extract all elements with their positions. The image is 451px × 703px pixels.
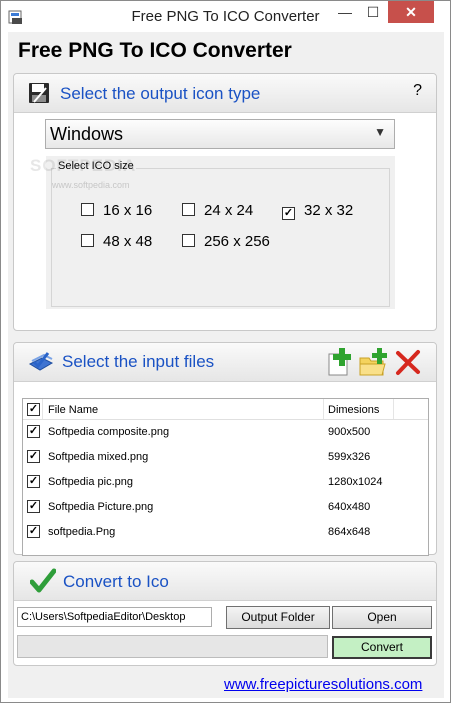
file-name: Softpedia pic.png xyxy=(48,476,134,488)
open-button[interactable]: Open xyxy=(332,606,432,629)
file-dimensions: 900x500 xyxy=(328,426,371,438)
column-separator xyxy=(393,399,394,419)
watermark: SOFTPEDIA xyxy=(30,156,137,175)
file-name: softpedia.Png xyxy=(48,526,116,538)
convert-button[interactable]: Convert xyxy=(332,636,432,659)
table-row[interactable]: ✓ Softpedia Picture.png 640x480 xyxy=(23,494,428,519)
output-type-header: Select the output icon type ? xyxy=(14,74,436,113)
website-link[interactable]: www.freepicturesolutions.com xyxy=(224,676,422,693)
table-row[interactable]: ✓ Softpedia composite.png 900x500 xyxy=(23,419,428,444)
row-checkbox[interactable]: ✓ xyxy=(27,425,40,438)
size-checkbox-256[interactable]: 256 x 256 xyxy=(182,233,270,250)
close-button[interactable]: ✕ xyxy=(388,1,434,23)
minimize-button[interactable]: — xyxy=(331,1,359,23)
convert-header: Convert to Ico xyxy=(14,562,436,601)
client-area: Free PNG To ICO Converter Select the out… xyxy=(8,32,444,698)
size-label: 256 x 256 xyxy=(204,233,270,250)
ico-size-group: Select ICO size 16 x 16 24 x 24 ✓ 32 x 32… xyxy=(46,156,395,309)
convert-title: Convert to Ico xyxy=(63,572,169,591)
conversion-progress-bar xyxy=(17,635,328,658)
app-window: Free PNG To ICO Converter — ☐ ✕ Free PNG… xyxy=(0,0,451,703)
row-checkbox[interactable]: ✓ xyxy=(27,475,40,488)
file-name: Softpedia composite.png xyxy=(48,426,170,438)
checkbox-box[interactable] xyxy=(182,234,195,247)
watermark-url: www.softpedia.com xyxy=(52,180,130,190)
chevron-down-icon: ▼ xyxy=(374,125,386,139)
output-folder-button[interactable]: Output Folder xyxy=(226,606,330,629)
file-name: Softpedia Picture.png xyxy=(48,501,154,513)
checkbox-box[interactable] xyxy=(81,234,94,247)
save-disk-icon xyxy=(29,83,49,103)
row-checkbox[interactable]: ✓ xyxy=(27,525,40,538)
size-checkbox-48[interactable]: 48 x 48 xyxy=(81,233,152,250)
size-label: 24 x 24 xyxy=(204,202,254,219)
remove-icon[interactable] xyxy=(394,348,422,376)
icon-type-value: Windows xyxy=(50,124,124,144)
select-all-checkbox[interactable]: ✓ xyxy=(27,403,40,416)
icon-type-select[interactable]: Windows ▼ xyxy=(45,119,395,149)
checkmark-icon xyxy=(30,568,56,593)
size-label: 16 x 16 xyxy=(103,202,153,219)
checkbox-box[interactable] xyxy=(81,203,94,216)
maximize-button[interactable]: ☐ xyxy=(359,1,387,23)
input-files-panel: Select the input files ✓ File Name Dimes… xyxy=(13,342,437,556)
file-list[interactable]: ✓ File Name Dimesions ✓ Softpedia compos… xyxy=(22,398,429,556)
output-path-field[interactable]: C:\Users\SoftpediaEditor\Desktop xyxy=(17,607,212,627)
column-dimensions[interactable]: Dimesions xyxy=(328,404,379,416)
table-row[interactable]: ✓ Softpedia mixed.png 599x326 xyxy=(23,444,428,469)
file-dimensions: 1280x1024 xyxy=(328,476,383,488)
app-heading: Free PNG To ICO Converter xyxy=(18,39,292,62)
file-list-header: ✓ File Name Dimesions xyxy=(23,399,428,420)
checkbox-box[interactable] xyxy=(182,203,195,216)
file-dimensions: 640x480 xyxy=(328,501,371,513)
column-file-name[interactable]: File Name xyxy=(48,404,98,416)
table-row[interactable]: ✓ Softpedia pic.png 1280x1024 xyxy=(23,469,428,494)
help-button[interactable]: ? xyxy=(413,82,422,100)
output-type-title: Select the output icon type xyxy=(60,84,261,103)
row-checkbox[interactable]: ✓ xyxy=(27,450,40,463)
input-files-title: Select the input files xyxy=(62,352,215,371)
files-check-icon xyxy=(28,352,54,371)
size-label: 48 x 48 xyxy=(103,233,153,250)
add-file-icon[interactable] xyxy=(325,348,353,376)
table-row[interactable]: ✓ softpedia.Png 864x648 xyxy=(23,519,428,544)
column-separator xyxy=(42,399,43,419)
checkbox-box[interactable]: ✓ xyxy=(282,207,295,220)
file-dimensions: 599x326 xyxy=(328,451,371,463)
add-folder-icon[interactable] xyxy=(359,348,387,376)
size-checkbox-24[interactable]: 24 x 24 xyxy=(182,202,253,219)
size-checkbox-32[interactable]: ✓ 32 x 32 xyxy=(282,202,353,220)
size-label: 32 x 32 xyxy=(304,202,354,219)
file-name: Softpedia mixed.png xyxy=(48,451,149,463)
size-checkbox-16[interactable]: 16 x 16 xyxy=(81,202,152,219)
row-checkbox[interactable]: ✓ xyxy=(27,500,40,513)
input-files-header: Select the input files xyxy=(14,343,436,382)
column-separator xyxy=(323,399,324,419)
title-bar[interactable]: Free PNG To ICO Converter — ☐ ✕ xyxy=(1,1,450,32)
file-dimensions: 864x648 xyxy=(328,526,371,538)
